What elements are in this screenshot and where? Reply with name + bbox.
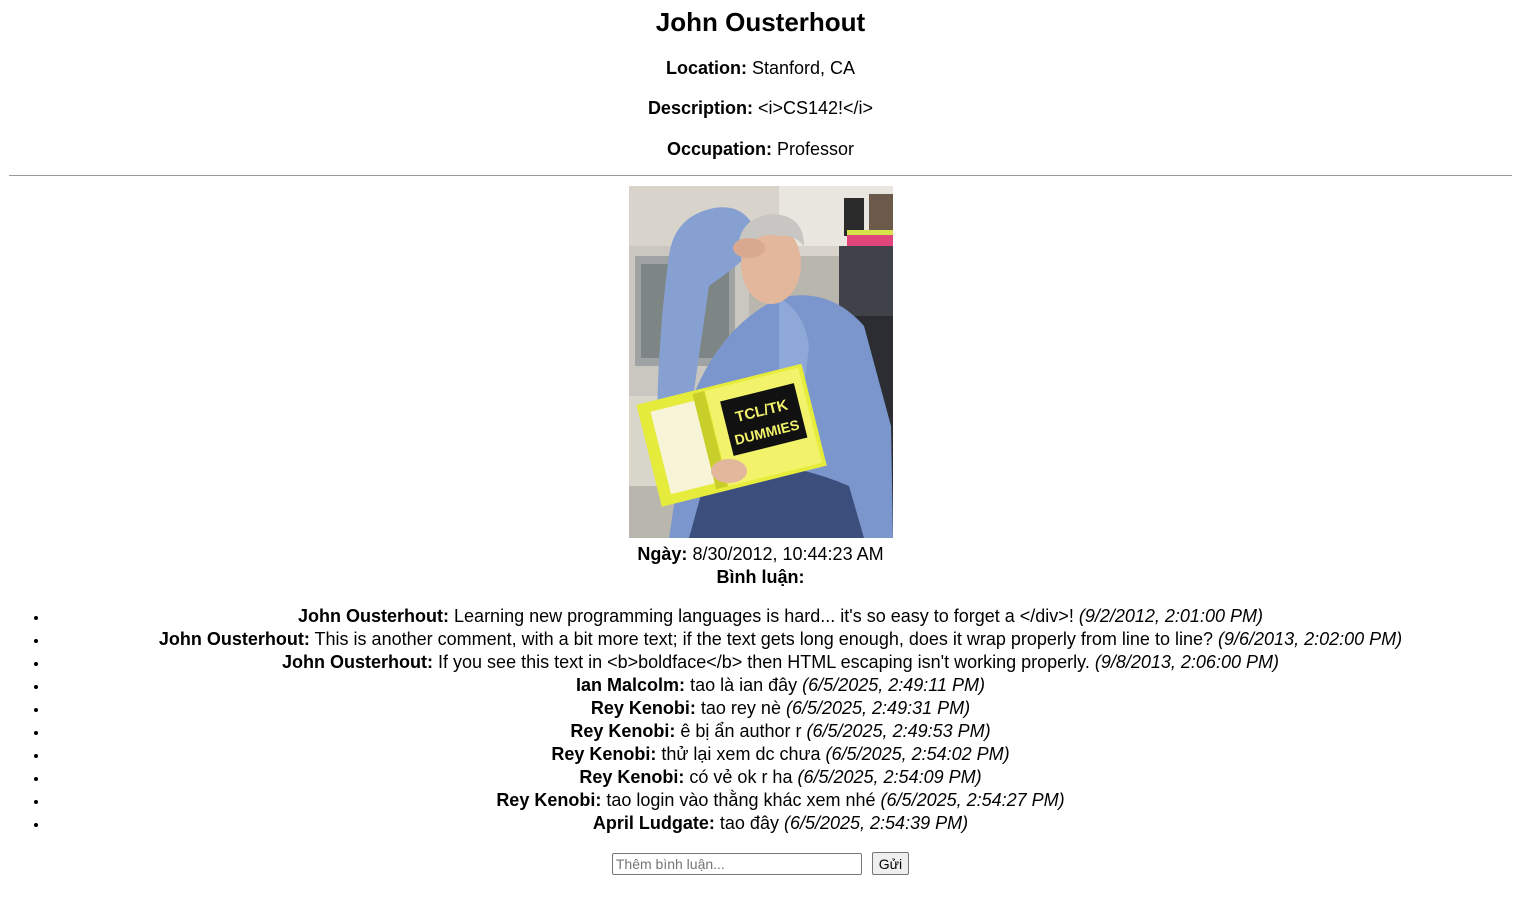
photo-date-value: 8/30/2012, 10:44:23 AM	[692, 544, 884, 564]
comment-author: Rey Kenobi:	[590, 698, 696, 718]
comment-item: Rey Kenobi: tao rey nè (6/5/2025, 2:49:3…	[49, 697, 1512, 720]
occupation-value: Professor	[777, 139, 855, 159]
comment-author: Rey Kenobi:	[579, 767, 685, 787]
comment-author: Rey Kenobi:	[496, 790, 602, 810]
comment-item: April Ludgate: tao đây (6/5/2025, 2:54:3…	[49, 812, 1512, 835]
description-label: Description:	[647, 98, 753, 118]
photo-date-row: Ngày: 8/30/2012, 10:44:23 AM	[9, 543, 1512, 566]
comment-author: John Ousterhout:	[282, 652, 434, 672]
comment-date: (6/5/2025, 2:49:53 PM)	[806, 721, 991, 741]
comment-text: tao đây	[719, 813, 779, 833]
comment-item: John Ousterhout: This is another comment…	[49, 628, 1512, 651]
comment-author: Rey Kenobi:	[551, 744, 657, 764]
description-row: Description: <i>CS142!</i>	[9, 97, 1512, 119]
comment-item: Ian Malcolm: tao là ian đây (6/5/2025, 2…	[49, 674, 1512, 697]
occupation-label: Occupation:	[666, 139, 772, 159]
location-value: Stanford, CA	[751, 58, 856, 78]
user-photos-page: John Ousterhout Location: Stanford, CA D…	[0, 5, 1521, 875]
user-name-heading: John Ousterhout	[655, 7, 866, 37]
comment-item: Rey Kenobi: thử lại xem dc chưa (6/5/202…	[49, 743, 1512, 766]
comments-label: Bình luận:	[716, 567, 805, 587]
comment-item: Rey Kenobi: ê bị ẩn author r (6/5/2025, …	[49, 720, 1512, 743]
section-divider	[9, 175, 1512, 176]
comment-text: Learning new programming languages is ha…	[454, 606, 1074, 626]
comment-date: (6/5/2025, 2:54:02 PM)	[825, 744, 1010, 764]
occupation-row: Occupation: Professor	[9, 138, 1512, 160]
comments-heading: Bình luận:	[9, 566, 1512, 589]
comment-date: (6/5/2025, 2:54:39 PM)	[783, 813, 969, 833]
comment-date: (9/6/2013, 2:02:00 PM)	[1218, 629, 1403, 649]
comment-text: tao login vào thằng khác xem nhé	[606, 790, 876, 810]
comment-text: tao rey nè	[700, 698, 781, 718]
comment-author: John Ousterhout:	[298, 606, 450, 626]
comment-item: Rey Kenobi: có vẻ ok r ha (6/5/2025, 2:5…	[49, 766, 1512, 789]
comment-author: Rey Kenobi:	[570, 721, 676, 741]
user-photo: TCL/TK DUMMIES	[628, 186, 893, 538]
location-label: Location:	[665, 58, 747, 78]
comment-item: John Ousterhout: If you see this text in…	[49, 651, 1512, 674]
comment-text: ê bị ẩn author r	[680, 721, 802, 741]
comment-text: thử lại xem dc chưa	[661, 744, 821, 764]
add-comment-form: Gửi	[9, 852, 1512, 875]
comment-text: tao là ian đây	[690, 675, 798, 695]
comment-item: John Ousterhout: Learning new programmin…	[49, 605, 1512, 628]
send-comment-button[interactable]: Gửi	[871, 852, 910, 875]
comment-date: (9/2/2012, 2:01:00 PM)	[1078, 606, 1263, 626]
comment-author: Ian Malcolm:	[576, 675, 686, 695]
comment-date: (6/5/2025, 2:54:27 PM)	[880, 790, 1065, 810]
comment-date: (6/5/2025, 2:49:31 PM)	[785, 698, 971, 718]
comment-date: (6/5/2025, 2:54:09 PM)	[797, 767, 982, 787]
comment-author: April Ludgate:	[592, 813, 715, 833]
photo-date-label: Ngày:	[637, 544, 688, 564]
comment-input[interactable]	[611, 852, 862, 875]
comment-text: This is another comment, with a bit more…	[314, 629, 1213, 649]
comment-date: (6/5/2025, 2:49:11 PM)	[802, 675, 985, 695]
location-row: Location: Stanford, CA	[9, 57, 1512, 79]
comment-author: John Ousterhout:	[158, 629, 310, 649]
photo-container: TCL/TK DUMMIES	[9, 186, 1512, 538]
comment-text: có vẻ ok r ha	[689, 767, 793, 787]
comment-date: (9/8/2013, 2:06:00 PM)	[1094, 652, 1279, 672]
comment-item: Rey Kenobi: tao login vào thằng khác xem…	[49, 789, 1512, 812]
comment-text: If you see this text in <b>boldface</b> …	[438, 652, 1090, 672]
description-value: <i>CS142!</i>	[757, 98, 874, 118]
comment-list: John Ousterhout: Learning new programmin…	[9, 605, 1512, 835]
